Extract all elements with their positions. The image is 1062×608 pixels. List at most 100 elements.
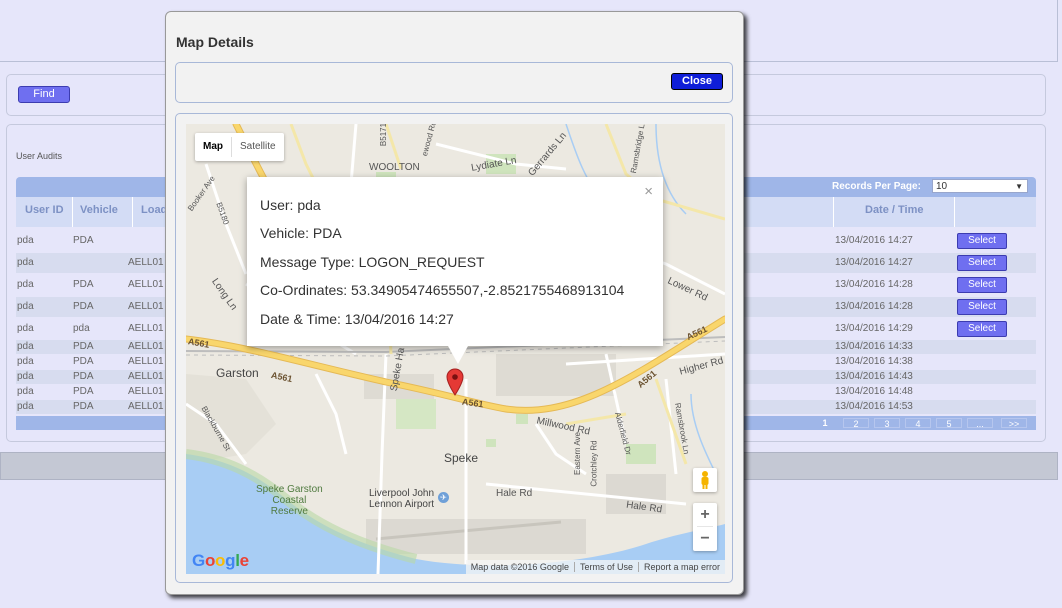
map-data-text: Map data ©2016 Google (470, 562, 569, 572)
cell-user-id: pda (17, 371, 34, 382)
cell-vehicle: PDA (73, 279, 94, 290)
column-header-user-id[interactable]: User ID (25, 204, 64, 216)
terms-of-use-link[interactable]: Terms of Use (575, 562, 638, 572)
column-divider (132, 197, 133, 227)
cell-load: AELL01 (128, 371, 164, 382)
map-label-crotchley-rd: Crotchley Rd (589, 440, 599, 487)
column-header-load[interactable]: Load (141, 204, 167, 216)
records-per-page-select[interactable]: 10 ▼ (932, 179, 1028, 193)
map-label-woolton: WOOLTON (369, 162, 420, 173)
map-label-garston: Garston (216, 366, 259, 380)
airport-icon: ✈ (438, 492, 449, 503)
select-button[interactable]: Select (957, 233, 1007, 249)
column-divider (954, 197, 955, 227)
cell-vehicle: PDA (73, 235, 94, 246)
map-marker-icon[interactable] (446, 368, 464, 396)
cell-load: AELL01 (128, 257, 164, 268)
cell-vehicle: PDA (73, 371, 94, 382)
cell-date-time: 13/04/2016 14:38 (835, 356, 913, 367)
cell-vehicle: PDA (73, 356, 94, 367)
cell-load: AELL01 (128, 356, 164, 367)
zoom-control: + − (693, 503, 717, 551)
cell-load: AELL01 (128, 341, 164, 352)
map-frame: WOOLTON Garston Speke Speke Garston Coas… (175, 113, 733, 583)
street-view-pegman-icon[interactable] (693, 468, 717, 492)
info-coordinates: Co-Ordinates: 53.34905474655507,-2.85217… (260, 282, 625, 298)
records-per-page-label: Records Per Page: (832, 181, 921, 192)
zoom-in-button[interactable]: + (693, 503, 717, 526)
map-label-airport: Liverpool John Lennon Airport (369, 488, 435, 510)
cell-load: AELL01 (128, 323, 164, 334)
cell-user-id: pda (17, 341, 34, 352)
cell-date-time: 13/04/2016 14:28 (835, 301, 913, 312)
map-label-coastal-reserve: Speke Garston Coastal Reserve (256, 484, 323, 517)
pager-page[interactable]: 5 (936, 418, 962, 429)
cell-vehicle: pda (73, 323, 90, 334)
pager-page[interactable]: 1 (812, 418, 838, 428)
cell-load: AELL01 (128, 279, 164, 290)
info-vehicle: Vehicle: PDA (260, 225, 342, 241)
map-label-speke: Speke (444, 451, 479, 465)
cell-user-id: pda (17, 301, 34, 312)
user-audits-title: User Audits (16, 151, 63, 161)
dialog-toolbar: Close (175, 62, 733, 103)
cell-date-time: 13/04/2016 14:28 (835, 279, 913, 290)
cell-vehicle: PDA (73, 341, 94, 352)
info-window: × User: pda Vehicle: PDA Message Type: L… (247, 177, 663, 346)
cell-load: AELL01 (128, 386, 164, 397)
pager-page[interactable]: ... (967, 418, 993, 429)
column-header-date-time[interactable]: Date / Time (865, 204, 924, 216)
info-window-pointer (448, 346, 468, 364)
info-message-type: Message Type: LOGON_REQUEST (260, 254, 485, 270)
cell-load: AELL01 (128, 401, 164, 412)
map-details-dialog: Map Details Close WOOLTON Garston Speke … (165, 11, 744, 595)
cell-user-id: pda (17, 356, 34, 367)
select-button[interactable]: Select (957, 277, 1007, 293)
cell-date-time: 13/04/2016 14:33 (835, 341, 913, 352)
select-button[interactable]: Select (957, 255, 1007, 271)
dialog-title: Map Details (176, 34, 254, 50)
find-button[interactable]: Find (18, 86, 70, 103)
cell-user-id: pda (17, 257, 34, 268)
cell-user-id: pda (17, 323, 34, 334)
map-type-map[interactable]: Map (195, 133, 231, 161)
cell-user-id: pda (17, 279, 34, 290)
cell-date-time: 13/04/2016 14:27 (835, 235, 913, 246)
cell-vehicle: PDA (73, 301, 94, 312)
pager-page[interactable]: 3 (874, 418, 900, 429)
cell-date-time: 13/04/2016 14:43 (835, 371, 913, 382)
cell-load: AELL01 (128, 301, 164, 312)
info-date-time: Date & Time: 13/04/2016 14:27 (260, 311, 454, 327)
cell-date-time: 13/04/2016 14:48 (835, 386, 913, 397)
pager-page[interactable]: 2 (843, 418, 869, 429)
select-button[interactable]: Select (957, 321, 1007, 337)
map-type-control: Map Satellite (195, 133, 284, 161)
close-icon[interactable]: × (644, 183, 653, 200)
dropdown-arrow-icon: ▼ (1015, 182, 1023, 191)
pager-page[interactable]: 4 (905, 418, 931, 429)
cell-user-id: pda (17, 235, 34, 246)
map-attribution: Map data ©2016 Google Terms of Use Repor… (465, 560, 725, 574)
report-map-error-link[interactable]: Report a map error (639, 562, 725, 572)
records-per-page-value: 10 (936, 181, 948, 192)
cell-date-time: 13/04/2016 14:27 (835, 257, 913, 268)
google-logo: Google (192, 551, 249, 570)
map-type-satellite[interactable]: Satellite (232, 133, 284, 161)
map-label-b5171: B5171 (379, 124, 389, 147)
map-label-eastern-ave: Eastern Ave (573, 432, 582, 475)
cell-date-time: 13/04/2016 14:29 (835, 323, 913, 334)
zoom-out-button[interactable]: − (693, 527, 717, 551)
column-header-vehicle[interactable]: Vehicle (80, 204, 118, 216)
column-divider (833, 197, 834, 227)
map-label-hale-rd: Hale Rd (496, 488, 533, 499)
cell-user-id: pda (17, 386, 34, 397)
select-button[interactable]: Select (957, 299, 1007, 315)
cell-vehicle: PDA (73, 401, 94, 412)
cell-date-time: 13/04/2016 14:53 (835, 401, 913, 412)
map-canvas[interactable]: WOOLTON Garston Speke Speke Garston Coas… (186, 124, 725, 574)
info-user: User: pda (260, 197, 321, 213)
column-divider (72, 197, 73, 227)
cell-vehicle: PDA (73, 386, 94, 397)
close-button[interactable]: Close (671, 73, 723, 90)
pager-next[interactable]: >> (1001, 418, 1027, 429)
